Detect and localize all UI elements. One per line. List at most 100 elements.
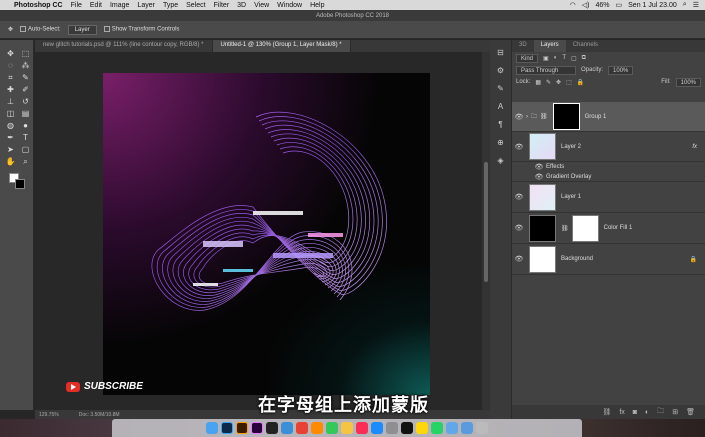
background-color-swatch[interactable] xyxy=(15,179,25,189)
trash-icon[interactable] xyxy=(476,422,488,434)
menu-view[interactable]: View xyxy=(254,2,269,9)
filter-type-icon[interactable]: T xyxy=(562,55,566,61)
effect-name[interactable]: Gradient Overlay xyxy=(546,174,591,180)
shape-tool-icon[interactable]: ▢ xyxy=(19,144,32,155)
brush-settings-icon[interactable]: ✎ xyxy=(495,84,507,94)
brush-tool-icon[interactable]: ✐ xyxy=(19,84,32,95)
show-transform-checkbox[interactable]: Show Transform Controls xyxy=(103,26,179,33)
scroll-thumb[interactable] xyxy=(484,162,488,282)
layer-name[interactable]: Layer 1 xyxy=(561,194,581,200)
filter-adjust-icon[interactable]: ◐ xyxy=(554,55,558,61)
terminal-icon[interactable] xyxy=(401,422,413,434)
finder-icon[interactable] xyxy=(206,422,218,434)
artwork-canvas[interactable] xyxy=(103,73,430,395)
illustrator-icon[interactable] xyxy=(236,422,248,434)
new-layer-icon[interactable]: ⊞ xyxy=(672,408,678,416)
menu-image[interactable]: Image xyxy=(110,2,129,9)
tab-layers[interactable]: Layers xyxy=(533,40,566,52)
move-tool-icon[interactable]: ✥ xyxy=(4,48,17,59)
marquee-tool-icon[interactable]: ⬚ xyxy=(19,48,32,59)
move-tool-icon[interactable]: ✥ xyxy=(8,26,13,33)
layer-name[interactable]: Color Fill 1 xyxy=(604,225,633,231)
blur-tool-icon[interactable]: ◍ xyxy=(4,120,17,131)
history-brush-icon[interactable]: ↺ xyxy=(19,96,32,107)
menu-file[interactable]: File xyxy=(71,2,82,9)
history-icon[interactable]: ⊟ xyxy=(495,48,507,58)
premiere-icon[interactable] xyxy=(251,422,263,434)
opacity-field[interactable]: 100% xyxy=(608,65,634,75)
menu-layer[interactable]: Layer xyxy=(137,2,155,9)
layer-group-1[interactable]: 👁 › 🗀 ⛓ Group 1 xyxy=(512,102,705,132)
paragraph-icon[interactable]: ¶ xyxy=(495,120,507,130)
downloads-icon[interactable] xyxy=(461,422,473,434)
fill-thumbnail[interactable] xyxy=(529,214,556,242)
fx-badge[interactable]: fx xyxy=(692,144,697,150)
music-icon[interactable] xyxy=(356,422,368,434)
effect-eye-icon[interactable]: 👁 xyxy=(532,173,546,181)
visibility-eye-icon[interactable]: 👁 xyxy=(512,143,526,151)
menu-edit[interactable]: Edit xyxy=(90,2,102,9)
layer-name[interactable]: Group 1 xyxy=(585,114,607,120)
adjustment-layer-icon[interactable]: ◐ xyxy=(645,409,649,416)
add-mask-icon[interactable]: ◙ xyxy=(633,409,637,416)
lock-position-icon[interactable]: ✥ xyxy=(556,79,561,86)
visibility-eye-icon[interactable]: 👁 xyxy=(512,255,526,263)
visibility-eye-icon[interactable]: 👁 xyxy=(512,113,526,121)
menu-select[interactable]: Select xyxy=(186,2,205,9)
crop-tool-icon[interactable]: ⌗ xyxy=(4,72,17,83)
battery-icon[interactable]: ▭ xyxy=(616,1,623,9)
folder-icon[interactable] xyxy=(446,422,458,434)
fill-field[interactable]: 100% xyxy=(675,77,701,87)
app-menu[interactable]: Photoshop CC xyxy=(14,2,63,9)
vertical-scrollbar[interactable] xyxy=(482,52,490,410)
photos-icon[interactable] xyxy=(341,422,353,434)
properties-icon[interactable]: ⚙ xyxy=(495,66,507,76)
layer-color-fill-1[interactable]: 👁 ⛓ Color Fill 1 xyxy=(512,213,705,244)
menu-3d[interactable]: 3D xyxy=(237,2,246,9)
clone-stamp-icon[interactable]: ⊥ xyxy=(4,96,17,107)
zoom-level[interactable]: 129.75% xyxy=(39,412,59,418)
finalcut-icon[interactable] xyxy=(266,422,278,434)
menu-type[interactable]: Type xyxy=(163,2,178,9)
healing-brush-icon[interactable]: ✚ xyxy=(4,84,17,95)
eraser-icon[interactable]: ◫ xyxy=(4,108,17,119)
pen-tool-icon[interactable]: ✒ xyxy=(4,132,17,143)
auto-select-dropdown[interactable]: Layer xyxy=(67,24,97,35)
visibility-eye-icon[interactable]: 👁 xyxy=(512,193,526,201)
chrome-icon[interactable] xyxy=(296,422,308,434)
menu-window[interactable]: Window xyxy=(277,2,302,9)
photoshop-icon[interactable] xyxy=(221,422,233,434)
layer-thumbnail[interactable] xyxy=(529,183,556,211)
clone-source-icon[interactable]: ⊕ xyxy=(495,138,507,148)
expand-chevron-icon[interactable]: › xyxy=(526,114,528,120)
visibility-eye-icon[interactable]: 👁 xyxy=(512,224,526,232)
layer-thumbnail[interactable] xyxy=(529,133,556,160)
kind-filter-dropdown[interactable]: Kind xyxy=(516,53,539,63)
filter-image-icon[interactable]: ▣ xyxy=(543,55,549,62)
layer-mask-thumbnail[interactable] xyxy=(552,103,580,130)
firefox-icon[interactable] xyxy=(311,422,323,434)
layer-2[interactable]: 👁 Layer 2 fx xyxy=(512,132,705,162)
hand-tool-icon[interactable]: ✋ xyxy=(4,156,17,167)
tab-channels[interactable]: Channels xyxy=(566,40,605,52)
clock[interactable]: Sen 1 Jul 23.00 xyxy=(628,2,677,9)
lock-pixels-icon[interactable]: ▦ xyxy=(535,79,541,86)
link-layers-icon[interactable]: ⛓ xyxy=(602,408,611,416)
menu-filter[interactable]: Filter xyxy=(214,2,230,9)
dodge-tool-icon[interactable]: ● xyxy=(19,120,32,131)
messages-icon[interactable] xyxy=(326,422,338,434)
layer-1[interactable]: 👁 Layer 1 xyxy=(512,182,705,213)
glyphs-icon[interactable]: ◈ xyxy=(495,156,507,166)
magic-wand-icon[interactable]: ⁂ xyxy=(19,60,32,71)
layer-background[interactable]: 👁 Background 🔒 xyxy=(512,244,705,275)
filter-smart-icon[interactable]: ⧉ xyxy=(582,55,586,62)
character-icon[interactable]: A xyxy=(495,102,507,112)
fx-icon[interactable]: fx xyxy=(619,409,624,416)
lock-brush-icon[interactable]: ✎ xyxy=(546,79,551,86)
link-icon[interactable]: ⛓ xyxy=(561,225,569,232)
menu-help[interactable]: Help xyxy=(310,2,324,9)
effects-eye-icon[interactable]: 👁 xyxy=(532,163,546,171)
gradient-overlay-row[interactable]: 👁 Gradient Overlay xyxy=(512,172,705,182)
wifi-icon[interactable]: ◠ xyxy=(570,1,576,9)
tab-glitch-tutorials[interactable]: new glitch tutorials.psd @ 111% (line co… xyxy=(35,40,213,52)
